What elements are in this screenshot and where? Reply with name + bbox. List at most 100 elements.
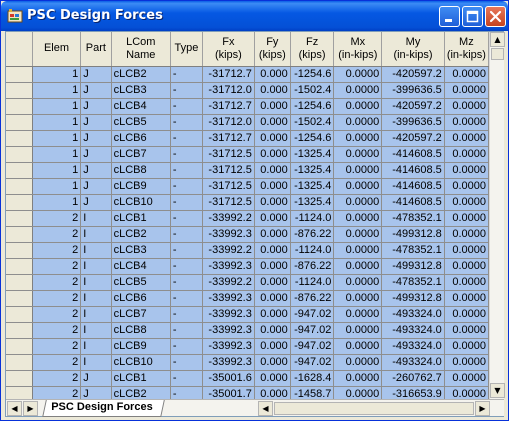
table-cell[interactable]: -35001.7 (202, 386, 255, 399)
table-cell[interactable]: 0.0000 (444, 98, 489, 115)
horizontal-scroll-thumb[interactable] (274, 402, 474, 415)
table-row[interactable]: 2 JcLCB1- -35001.6 0.000 -1628.4 0.0000 -26076… (6, 370, 489, 387)
table-cell[interactable]: -260762.7 (381, 370, 445, 387)
table-cell[interactable]: -31712.5 (202, 162, 255, 179)
table-cell[interactable]: -414608.5 (381, 194, 445, 211)
table-cell[interactable]: -493324.0 (381, 354, 445, 371)
table-cell[interactable]: 0.0000 (333, 114, 383, 131)
table-row[interactable]: 2 IcLCB5- -33992.2 0.000 -1124.0 0.0000 -47835… (6, 274, 489, 291)
table-row[interactable]: 1 JcLCB2- -31712.7 0.000 -1254.6 0.0000 -42059… (6, 66, 489, 83)
table-cell[interactable]: - (170, 306, 203, 323)
table-cell[interactable]: 0.0000 (444, 306, 489, 323)
table-cell[interactable]: cLCB1 (111, 370, 171, 387)
table-cell[interactable]: - (170, 258, 203, 275)
table-cell[interactable]: 0.000 (254, 210, 291, 227)
row-header[interactable] (6, 162, 33, 179)
column-header[interactable]: LCom Name (111, 32, 171, 67)
table-cell[interactable]: cLCB8 (111, 162, 171, 179)
table-row[interactable]: 2 IcLCB8- -33992.3 0.000 -947.02 0.0000 -49332… (6, 322, 489, 339)
row-header[interactable] (6, 114, 33, 131)
table-cell[interactable]: - (170, 370, 203, 387)
table-cell[interactable]: 0.000 (254, 306, 291, 323)
table-cell[interactable]: 0.0000 (444, 322, 489, 339)
table-cell[interactable]: 0.0000 (333, 66, 383, 83)
table-cell[interactable]: 0.0000 (444, 178, 489, 195)
table-cell[interactable]: J (80, 194, 112, 211)
row-header[interactable] (6, 242, 33, 259)
table-cell[interactable]: 2 (32, 242, 82, 259)
column-header[interactable]: Fy (kips) (254, 32, 291, 67)
row-header[interactable] (6, 274, 33, 291)
table-cell[interactable]: 0.000 (254, 162, 291, 179)
table-cell[interactable]: 0.000 (254, 386, 291, 399)
table-cell[interactable]: cLCB10 (111, 194, 171, 211)
table-cell[interactable]: cLCB10 (111, 354, 171, 371)
table-cell[interactable]: 0.000 (254, 82, 291, 99)
maximize-button[interactable] (462, 6, 483, 27)
table-cell[interactable]: cLCB9 (111, 178, 171, 195)
table-row[interactable]: 1 JcLCB3- -31712.0 0.000 -1502.4 0.0000 -39963… (6, 82, 489, 99)
sheet-tab-psc-design-forces[interactable]: PSC Design Forces (42, 400, 166, 417)
table-cell[interactable]: -414608.5 (381, 162, 445, 179)
table-cell[interactable]: -493324.0 (381, 306, 445, 323)
minimize-button[interactable] (439, 6, 460, 27)
table-cell[interactable]: cLCB6 (111, 290, 171, 307)
table-cell[interactable]: - (170, 178, 203, 195)
table-cell[interactable]: 0.0000 (444, 370, 489, 387)
row-header[interactable] (6, 370, 33, 387)
row-header[interactable] (6, 66, 33, 83)
scroll-right-button[interactable]: ▶ (475, 401, 490, 416)
table-row[interactable]: 1 JcLCB6- -31712.7 0.000 -1254.6 0.0000 -42059… (6, 130, 489, 147)
table-cell[interactable]: cLCB2 (111, 226, 171, 243)
table-cell[interactable]: 0.0000 (444, 338, 489, 355)
table-cell[interactable]: 0.000 (254, 354, 291, 371)
table-row[interactable]: 2 IcLCB3- -33992.2 0.000 -1124.0 0.0000 -47835… (6, 242, 489, 259)
table-cell[interactable]: -1124.0 (290, 210, 335, 227)
table-cell[interactable]: J (80, 98, 112, 115)
table-cell[interactable]: 0.0000 (333, 370, 383, 387)
scroll-left-button[interactable]: ◀ (258, 401, 273, 416)
table-cell[interactable]: 1 (32, 82, 82, 99)
table-cell[interactable]: cLCB3 (111, 82, 171, 99)
table-cell[interactable]: 0.0000 (444, 242, 489, 259)
column-header[interactable]: Part (80, 32, 112, 67)
table-cell[interactable]: 2 (32, 210, 82, 227)
corner-cell[interactable] (6, 32, 33, 67)
table-cell[interactable]: 0.0000 (444, 114, 489, 131)
table-cell[interactable]: I (80, 338, 112, 355)
vertical-scrollbar[interactable]: ▲ ▼ (489, 32, 505, 399)
table-cell[interactable]: 0.000 (254, 130, 291, 147)
table-cell[interactable]: -33992.2 (202, 274, 255, 291)
table-row[interactable]: 2 JcLCB2- -35001.7 0.000 -1458.7 0.0000 -31665… (6, 386, 489, 399)
table-cell[interactable]: 2 (32, 226, 82, 243)
scroll-up-button[interactable]: ▲ (490, 32, 505, 47)
table-cell[interactable]: J (80, 386, 112, 399)
table-cell[interactable]: 2 (32, 322, 82, 339)
table-cell[interactable]: - (170, 82, 203, 99)
table-cell[interactable]: 0.0000 (444, 386, 489, 399)
table-cell[interactable]: 0.0000 (333, 146, 383, 163)
table-cell[interactable]: J (80, 178, 112, 195)
table-cell[interactable]: - (170, 322, 203, 339)
table-cell[interactable]: 1 (32, 66, 82, 83)
table-cell[interactable]: -31712.5 (202, 194, 255, 211)
table-cell[interactable]: -478352.1 (381, 242, 445, 259)
table-row[interactable]: 2 IcLCB1- -33992.2 0.000 -1124.0 0.0000 -47835… (6, 210, 489, 227)
table-cell[interactable]: -31712.7 (202, 98, 255, 115)
table-cell[interactable]: cLCB3 (111, 242, 171, 259)
column-header[interactable]: Fz (kips) (290, 32, 335, 67)
column-header[interactable]: Type (170, 32, 203, 67)
row-header[interactable] (6, 306, 33, 323)
table-cell[interactable]: J (80, 162, 112, 179)
table-cell[interactable]: J (80, 114, 112, 131)
table-cell[interactable]: - (170, 114, 203, 131)
table-cell[interactable]: -876.22 (290, 226, 335, 243)
table-row[interactable]: 2 IcLCB4- -33992.3 0.000 -876.22 0.0000 -49931… (6, 258, 489, 275)
table-row[interactable]: 2 IcLCB9- -33992.3 0.000 -947.02 0.0000 -49332… (6, 338, 489, 355)
table-cell[interactable]: 2 (32, 354, 82, 371)
table-cell[interactable]: 0.000 (254, 242, 291, 259)
table-cell[interactable]: -478352.1 (381, 274, 445, 291)
table-cell[interactable]: - (170, 242, 203, 259)
table-cell[interactable]: 0.0000 (333, 274, 383, 291)
row-header[interactable] (6, 338, 33, 355)
